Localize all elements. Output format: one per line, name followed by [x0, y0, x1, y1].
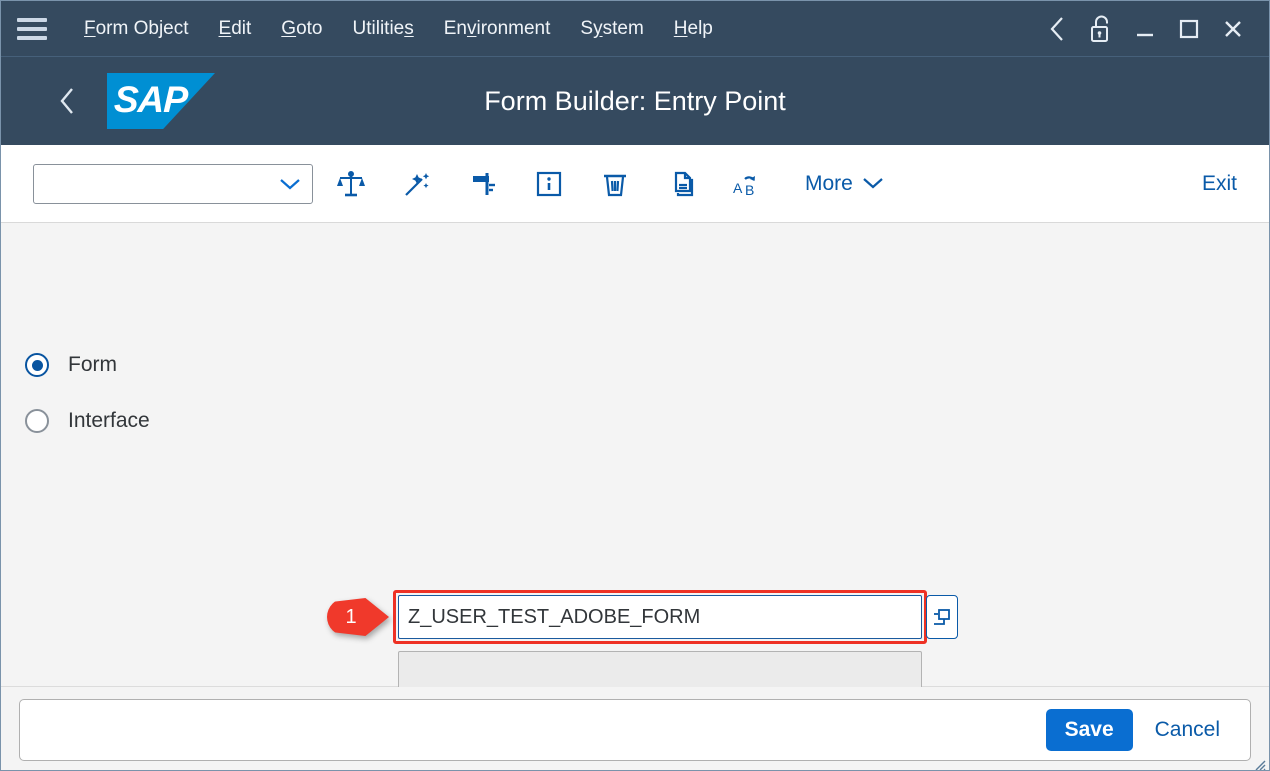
delete-trash-icon[interactable] [587, 160, 643, 208]
hamburger-menu-icon[interactable] [17, 17, 47, 40]
annotation-badge-1: 1 [327, 598, 389, 636]
close-icon[interactable] [1211, 9, 1255, 49]
chevron-down-icon [862, 172, 884, 196]
svg-text:B: B [745, 182, 754, 198]
minimize-icon[interactable] [1123, 9, 1167, 49]
radio-form-indicator[interactable] [25, 353, 49, 377]
menu-bar: Form Object Edit Goto Utilities Environm… [1, 1, 1269, 57]
toolbar: A B More Exit [1, 145, 1269, 223]
menu-item-environment[interactable]: Environment [429, 14, 566, 44]
sap-gui-window: Form Object Edit Goto Utilities Environm… [0, 0, 1270, 771]
chevron-down-icon [278, 177, 302, 191]
menu-item-goto[interactable]: Goto [266, 14, 337, 44]
radio-interface-indicator[interactable] [25, 409, 49, 433]
info-icon[interactable] [521, 160, 577, 208]
copy-documents-icon[interactable] [653, 160, 709, 208]
exit-button[interactable]: Exit [1188, 164, 1251, 204]
footer-panel: Save Cancel [19, 699, 1251, 761]
radio-option-interface[interactable]: Interface [25, 409, 150, 433]
save-button[interactable]: Save [1045, 709, 1133, 751]
radio-option-form[interactable]: Form [25, 353, 117, 377]
content-area: Form Interface Z_USER_TEST_ADOBE_FORM 1 [1, 223, 1269, 770]
shell-header: SAP Form Builder: Entry Point [1, 57, 1269, 145]
cancel-button[interactable]: Cancel [1141, 709, 1234, 751]
back-icon[interactable] [1035, 9, 1079, 49]
menu-item-utilities[interactable]: Utilities [338, 14, 429, 44]
form-name-input[interactable] [398, 595, 922, 639]
footer-bar: Save Cancel [1, 687, 1269, 770]
annotation-badge-1-number: 1 [345, 605, 357, 628]
resize-grip-icon[interactable] [1252, 757, 1266, 770]
compare-scales-icon[interactable] [323, 160, 379, 208]
menu-item-edit[interactable]: Edit [204, 14, 267, 44]
maximize-icon[interactable] [1167, 9, 1211, 49]
toolbar-dropdown[interactable] [33, 163, 313, 204]
caliper-icon[interactable] [455, 160, 511, 208]
menu-item-help[interactable]: Help [659, 14, 728, 44]
sap-logo[interactable]: SAP [107, 73, 215, 129]
value-help-icon[interactable] [926, 595, 958, 639]
more-menu-button[interactable]: More [797, 166, 892, 202]
sap-logo-text: SAP [113, 79, 188, 120]
radio-interface-label: Interface [68, 409, 150, 432]
radio-form-label: Form [68, 353, 117, 376]
shell-back-icon[interactable] [45, 79, 89, 123]
form-name-field [398, 595, 922, 639]
magic-wand-icon[interactable] [389, 160, 445, 208]
menu-item-form-object[interactable]: Form Object [69, 14, 204, 44]
svg-text:A: A [733, 180, 743, 196]
menu-item-system[interactable]: System [565, 14, 658, 44]
translate-ab-icon[interactable]: A B [719, 160, 775, 208]
more-menu-label: More [805, 171, 853, 195]
unlock-icon[interactable] [1079, 9, 1123, 49]
